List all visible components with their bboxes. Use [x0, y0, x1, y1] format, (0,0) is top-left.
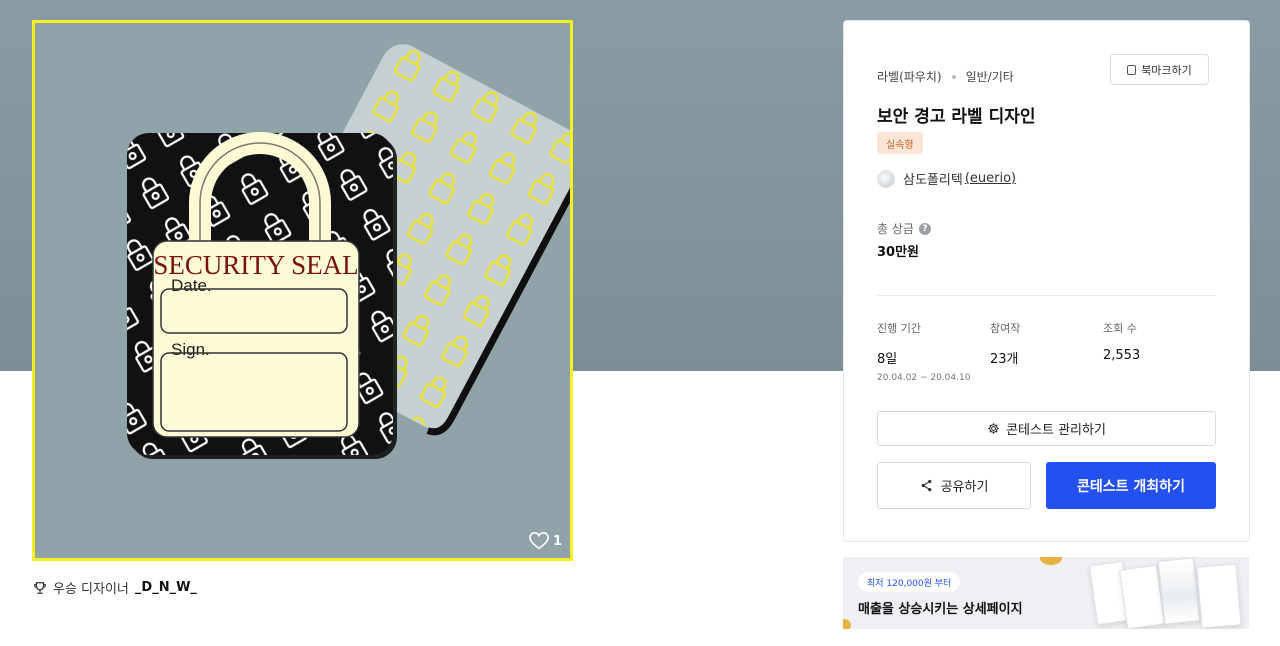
coin-decoration	[843, 619, 851, 629]
ad-mockup	[1157, 557, 1201, 625]
prize-label: 총 상금 ?	[877, 220, 931, 237]
stat-views: 조회 수 2,553	[1103, 320, 1140, 363]
share-label: 공유하기	[940, 480, 989, 495]
winning-artwork[interactable]: SECURITY SEAL Date. Sign. 1	[32, 20, 573, 561]
stat-period-value: 8일	[877, 352, 898, 367]
security-seal-illustration: SECURITY SEAL Date. Sign.	[127, 44, 570, 459]
bookmark-icon	[1127, 64, 1137, 75]
ad-mockup	[1119, 564, 1165, 629]
heart-icon	[529, 532, 549, 550]
stat-period: 진행 기간 8일 20.04.02 ~ 20.04.10	[877, 320, 970, 383]
ad-banner[interactable]: 최저 120,000원 부터 매출을 상승시키는 상세페이지	[843, 557, 1249, 629]
gear-icon	[988, 423, 999, 434]
stat-participants-label: 참여작	[990, 322, 1021, 335]
plan-badge: 실속형	[877, 132, 923, 154]
ad-mockup	[1196, 563, 1242, 629]
contest-info-panel: 라벨(파우치) 일반/기타 북마크하기 보안 경고 라벨 디자인 실속형 삼도폴…	[843, 20, 1250, 542]
breadcrumb-separator	[951, 74, 956, 79]
bookmark-button[interactable]: 북마크하기	[1110, 54, 1209, 85]
manage-contest-button[interactable]: 콘테스트 관리하기	[877, 411, 1216, 446]
stat-period-range: 20.04.02 ~ 20.04.10	[877, 373, 971, 383]
help-icon[interactable]: ?	[918, 222, 931, 235]
like-count: 1	[552, 533, 562, 549]
organizer[interactable]: 삼도폴리텍 (euerio)	[877, 169, 1016, 188]
prize-value: 30만원	[877, 245, 920, 260]
stat-participants: 참여작 23개	[990, 320, 1020, 367]
stat-participants-value: 23개	[990, 352, 1019, 367]
breadcrumb-subcategory[interactable]: 일반/기타	[966, 68, 1014, 85]
manage-contest-label: 콘테스트 관리하기	[1006, 423, 1106, 438]
prize-label-text: 총 상금	[877, 222, 914, 236]
organizer-avatar	[877, 169, 895, 188]
sign-label: Sign.	[171, 340, 210, 359]
ad-text: 매출을 상승시키는 상세페이지	[858, 602, 1023, 617]
winner-designer: 우승 디자이너 _D_N_W_	[33, 578, 197, 597]
stat-views-label: 조회 수	[1103, 322, 1137, 335]
breadcrumb-category[interactable]: 라벨(파우치)	[877, 68, 942, 85]
stat-views-value: 2,553	[1103, 348, 1141, 363]
date-label: Date.	[171, 276, 212, 295]
share-icon	[921, 479, 931, 492]
organizer-name: 삼도폴리텍	[903, 173, 963, 188]
ad-price-pill: 최저 120,000원 부터	[858, 572, 961, 592]
stat-period-label: 진행 기간	[877, 322, 921, 335]
trophy-icon	[33, 581, 47, 594]
organizer-handle[interactable]: (euerio)	[965, 171, 1016, 186]
winner-name[interactable]: _D_N_W_	[135, 580, 197, 595]
coin-decoration	[1040, 557, 1062, 565]
host-contest-button[interactable]: 콘테스트 개최하기	[1046, 462, 1216, 509]
bookmark-label: 북마크하기	[1141, 63, 1192, 77]
breadcrumb: 라벨(파우치) 일반/기타	[877, 68, 1014, 85]
divider	[877, 295, 1216, 296]
share-button[interactable]: 공유하기	[877, 462, 1031, 509]
winner-label: 우승 디자이너	[53, 582, 129, 597]
like-button[interactable]: 1	[529, 532, 562, 550]
contest-title: 보안 경고 라벨 디자인	[877, 107, 1036, 127]
